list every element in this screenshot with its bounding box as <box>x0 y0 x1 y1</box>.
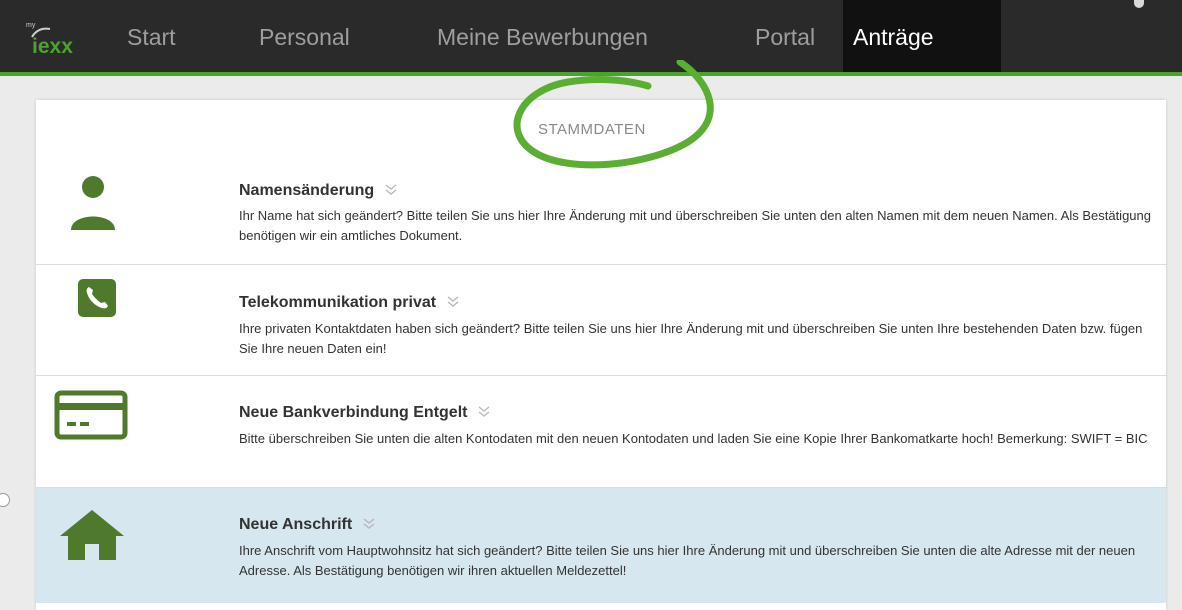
item-title-text: Namensänderung <box>239 182 375 199</box>
corner-handle <box>1134 0 1144 8</box>
item-description: Ihre Anschrift vom Hauptwohnsitz hat sic… <box>239 543 1136 578</box>
left-edge-handle <box>0 493 10 507</box>
item-title-text: Telekommunikation privat <box>239 294 437 311</box>
top-navigation-bar: my iexx Start Personal Meine Bewerbungen… <box>0 0 1182 76</box>
chevron-double-down-icon[interactable] <box>446 296 460 308</box>
logo-brand: iexx <box>32 35 73 58</box>
item-title[interactable]: Namensänderung <box>239 182 398 200</box>
nav-antraege[interactable]: Anträge <box>843 0 1001 72</box>
nav-antraege-label: Anträge <box>853 24 934 50</box>
nav-meine-bewerbungen[interactable]: Meine Bewerbungen <box>437 24 648 51</box>
nav-start[interactable]: Start <box>127 24 176 51</box>
item-description: Ihr Name hat sich geändert? Bitte teilen… <box>239 208 1151 243</box>
phone-icon <box>78 279 116 317</box>
app-logo[interactable]: my iexx <box>26 22 106 62</box>
list-item-neue-anschrift[interactable]: Neue Anschrift Ihre Anschrift vom Hauptw… <box>36 488 1166 603</box>
house-icon <box>60 510 124 560</box>
bank-card-icon <box>54 390 128 440</box>
chevron-double-down-icon[interactable] <box>384 184 398 196</box>
item-title[interactable]: Telekommunikation privat <box>239 294 460 312</box>
person-icon <box>71 176 115 230</box>
item-title[interactable]: Neue Bankverbindung Entgelt <box>239 404 491 422</box>
chevron-double-down-icon[interactable] <box>362 518 376 530</box>
item-description: Ihre privaten Kontaktdaten haben sich ge… <box>239 321 1143 356</box>
item-description: Bitte überschreiben Sie unten die alten … <box>239 431 1148 446</box>
section-title: STAMMDATEN <box>538 121 646 138</box>
nav-personal[interactable]: Personal <box>259 24 350 51</box>
item-title-text: Neue Anschrift <box>239 516 353 533</box>
chevron-double-down-icon[interactable] <box>477 406 491 418</box>
nav-portal[interactable]: Portal <box>755 24 815 51</box>
list-item-bankverbindung[interactable]: Neue Bankverbindung Entgelt Bitte übersc… <box>36 376 1166 488</box>
list-item-telekommunikation[interactable]: Telekommunikation privat Ihre privaten K… <box>36 265 1166 376</box>
stammdaten-card: STAMMDATEN Namensänderung Ihr Name hat s… <box>36 60 1166 610</box>
item-title-text: Neue Bankverbindung Entgelt <box>239 404 468 421</box>
item-title[interactable]: Neue Anschrift <box>239 516 376 534</box>
list-item-namensaenderung[interactable]: Namensänderung Ihr Name hat sich geänder… <box>36 162 1166 265</box>
